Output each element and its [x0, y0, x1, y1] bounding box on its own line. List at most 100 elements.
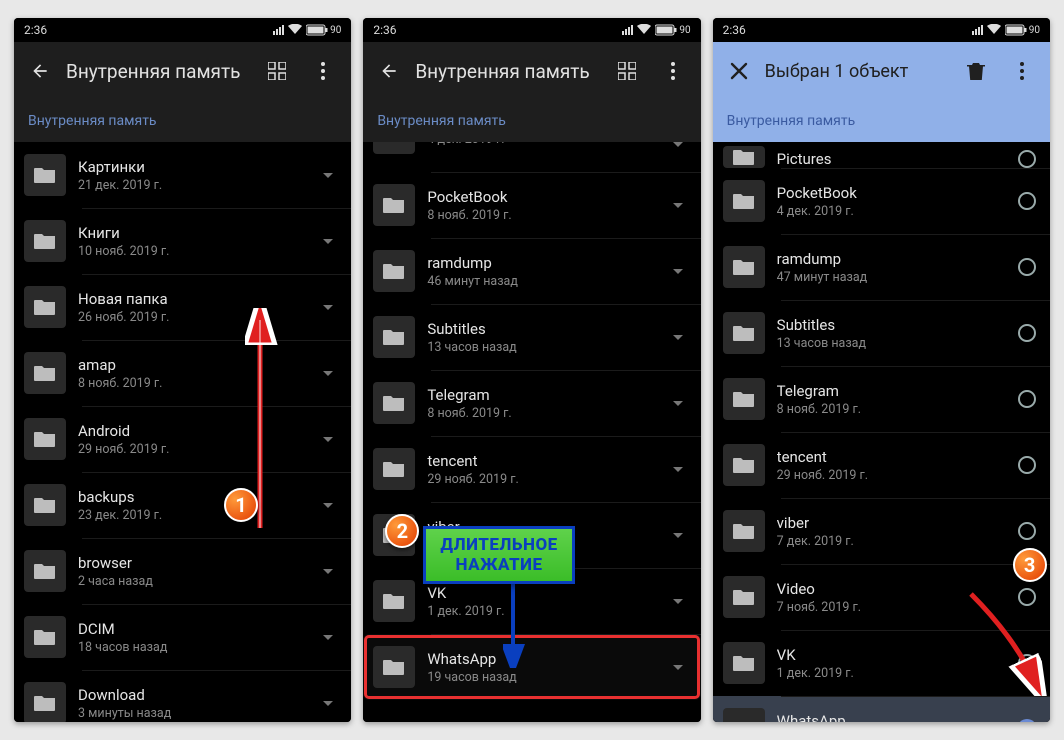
expand-caret-icon[interactable]	[323, 701, 333, 706]
folder-row[interactable]: tencent29 нояб. 2019 г.	[363, 436, 700, 502]
folder-row[interactable]: backups23 дек. 2019 г.	[14, 472, 351, 538]
breadcrumb-root: Внутренняя память	[28, 113, 157, 129]
expand-caret-icon[interactable]	[323, 173, 333, 178]
folder-row[interactable]: Subtitles13 часов назад	[363, 304, 700, 370]
folder-icon	[24, 286, 66, 328]
breadcrumb[interactable]: Внутренняя память	[363, 100, 700, 142]
folder-row[interactable]: ramdump47 минут назад	[713, 234, 1050, 300]
folder-icon	[373, 316, 415, 358]
expand-caret-icon[interactable]	[673, 335, 683, 340]
folder-row[interactable]: Video7 нояб. 2019 г.	[713, 564, 1050, 630]
folder-date: 8 нояб. 2019 г.	[78, 376, 303, 391]
row-meta: Telegram8 нояб. 2019 г.	[777, 382, 1002, 417]
folder-row[interactable]: DCIM18 часов назад	[14, 604, 351, 670]
expand-caret-icon[interactable]	[673, 142, 683, 147]
folder-row[interactable]: Subtitles13 часов назад	[713, 300, 1050, 366]
folder-row[interactable]: Telegram8 нояб. 2019 г.	[713, 366, 1050, 432]
expand-caret-icon[interactable]	[673, 467, 683, 472]
row-meta: tencent29 нояб. 2019 г.	[427, 452, 652, 487]
unchecked-icon[interactable]	[1018, 588, 1036, 606]
unchecked-icon[interactable]	[1018, 258, 1036, 276]
unchecked-icon[interactable]	[1018, 192, 1036, 210]
folder-row[interactable]: Telegram8 нояб. 2019 г.	[363, 370, 700, 436]
folder-name: Video	[777, 580, 1002, 598]
folder-row[interactable]: WhatsApp 19 часов назад	[363, 634, 700, 700]
folder-icon	[373, 250, 415, 292]
folder-row[interactable]: WhatsApp19 часов назад	[713, 696, 1050, 722]
folder-icon	[24, 682, 66, 722]
folder-icon	[723, 444, 765, 486]
back-icon[interactable]	[369, 51, 409, 91]
expand-caret-icon[interactable]	[673, 533, 683, 538]
folder-row[interactable]: Картинки21 дек. 2019 г.	[14, 142, 351, 208]
status-icons: 90	[273, 23, 341, 37]
wifi-icon	[288, 23, 302, 37]
folder-date: 19 часов назад	[427, 670, 652, 685]
expand-caret-icon[interactable]	[673, 599, 683, 604]
status-bar: 2:36 90	[363, 18, 700, 42]
file-list[interactable]: Картинки21 дек. 2019 г. Книги10 нояб. 201…	[14, 142, 351, 722]
folder-row[interactable]: VK1 дек. 2019 г.	[713, 630, 1050, 696]
folder-icon	[373, 184, 415, 226]
overflow-menu-icon[interactable]	[1002, 51, 1042, 91]
expand-caret-icon[interactable]	[673, 269, 683, 274]
checked-icon[interactable]	[1017, 719, 1037, 722]
unchecked-icon[interactable]	[1018, 522, 1036, 540]
folder-row[interactable]: PocketBook8 нояб. 2019 г.	[363, 172, 700, 238]
folder-icon	[373, 382, 415, 424]
expand-caret-icon[interactable]	[323, 239, 333, 244]
folder-row[interactable]: tencent29 нояб. 2019 г.	[713, 432, 1050, 498]
expand-caret-icon[interactable]	[323, 503, 333, 508]
folder-row[interactable]: PocketBook4 дек. 2019 г.	[713, 168, 1050, 234]
breadcrumb[interactable]: Внутренняя память	[713, 100, 1050, 142]
expand-caret-icon[interactable]	[673, 203, 683, 208]
breadcrumb[interactable]: Внутренняя память	[14, 100, 351, 142]
file-list[interactable]: 4 дек. 2019 г.PocketBook8 нояб. 2019 г.r…	[363, 142, 700, 722]
folder-row[interactable]: amap8 нояб. 2019 г.	[14, 340, 351, 406]
folder-icon	[373, 448, 415, 490]
folder-row[interactable]: 4 дек. 2019 г.	[363, 142, 700, 172]
unchecked-icon[interactable]	[1018, 150, 1036, 168]
folder-name: browser	[78, 554, 303, 572]
unchecked-icon[interactable]	[1018, 654, 1036, 672]
back-icon[interactable]	[20, 51, 60, 91]
folder-icon	[723, 246, 765, 288]
close-selection-icon[interactable]	[719, 51, 759, 91]
overflow-menu-icon[interactable]	[653, 51, 693, 91]
delete-icon[interactable]	[956, 51, 996, 91]
folder-name: WhatsApp	[427, 650, 652, 668]
expand-caret-icon[interactable]	[323, 371, 333, 376]
folder-name: PocketBook	[777, 184, 1002, 202]
file-list[interactable]: PicturesPocketBook4 дек. 2019 г. ramdump4…	[713, 142, 1050, 722]
unchecked-icon[interactable]	[1018, 390, 1036, 408]
expand-caret-icon[interactable]	[323, 305, 333, 310]
folder-name: Книги	[78, 224, 303, 242]
row-meta: ramdump47 минут назад	[777, 250, 1002, 285]
folder-date: 23 дек. 2019 г.	[78, 508, 303, 523]
view-grid-icon[interactable]	[607, 51, 647, 91]
unchecked-icon[interactable]	[1018, 324, 1036, 342]
overflow-menu-icon[interactable]	[303, 51, 343, 91]
folder-row[interactable]: Download3 минуты назад	[14, 670, 351, 722]
folder-row[interactable]: viber7 дек. 2019 г.	[713, 498, 1050, 564]
row-meta: Картинки21 дек. 2019 г.	[78, 158, 303, 193]
folder-date: 8 нояб. 2019 г.	[427, 406, 652, 421]
folder-row[interactable]: Книги10 нояб. 2019 г.	[14, 208, 351, 274]
view-grid-icon[interactable]	[257, 51, 297, 91]
expand-caret-icon[interactable]	[323, 635, 333, 640]
folder-date: 29 нояб. 2019 г.	[78, 442, 303, 457]
folder-date: 8 нояб. 2019 г.	[777, 402, 1002, 417]
folder-row[interactable]: Новая папка26 нояб. 2019 г.	[14, 274, 351, 340]
expand-caret-icon[interactable]	[323, 569, 333, 574]
folder-row[interactable]: Pictures	[713, 142, 1050, 168]
unchecked-icon[interactable]	[1018, 456, 1036, 474]
status-time: 2:36	[373, 23, 396, 37]
folder-date: 7 дек. 2019 г.	[777, 534, 1002, 549]
folder-row[interactable]: ramdump46 минут назад	[363, 238, 700, 304]
folder-row[interactable]: browser2 часа назад	[14, 538, 351, 604]
folder-row[interactable]: Android29 нояб. 2019 г.	[14, 406, 351, 472]
folder-icon	[723, 180, 765, 222]
expand-caret-icon[interactable]	[673, 401, 683, 406]
expand-caret-icon[interactable]	[673, 665, 683, 670]
expand-caret-icon[interactable]	[323, 437, 333, 442]
